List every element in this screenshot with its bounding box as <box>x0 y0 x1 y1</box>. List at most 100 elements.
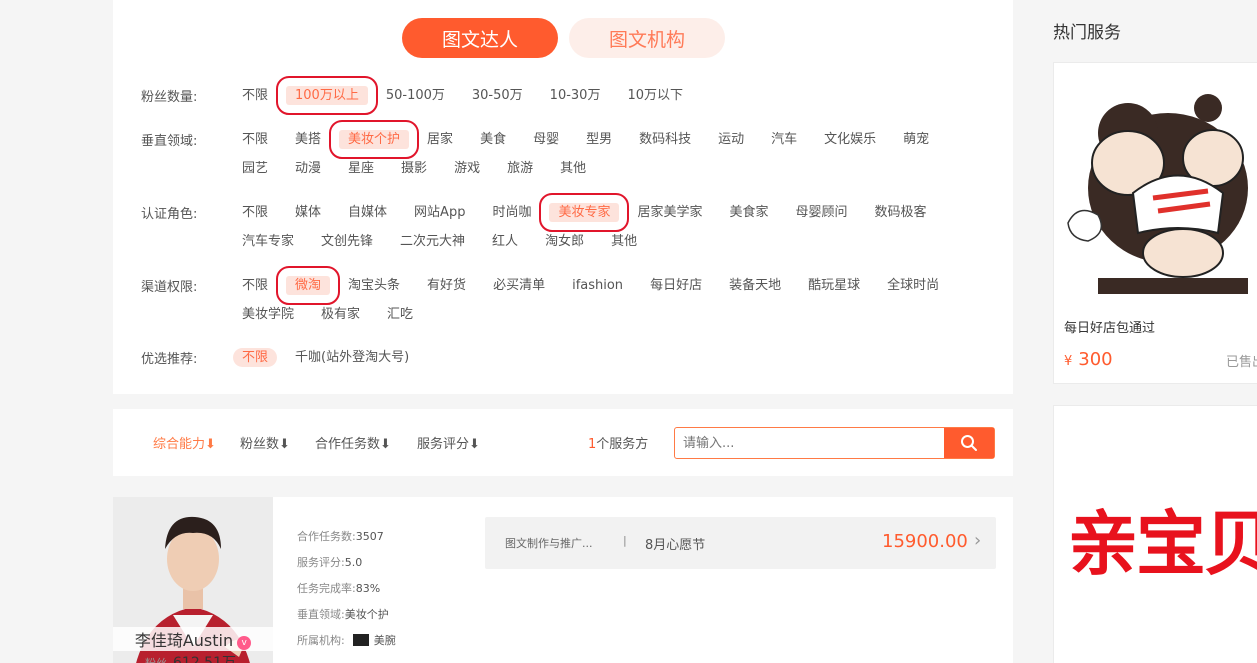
filter-option[interactable]: 萌宠 <box>894 130 938 149</box>
stat-label: 任务完成率: <box>297 582 356 595</box>
filter-option[interactable]: 有好货 <box>418 276 475 295</box>
hot-service-name[interactable]: 每日好店包通过 <box>1064 317 1155 336</box>
stat-label: 垂直领域: <box>297 608 345 621</box>
filter-option[interactable]: 不限 <box>233 203 277 222</box>
stat-rating: 服务评分:5.0 <box>297 554 362 570</box>
filter-option[interactable]: 每日好店 <box>641 276 711 295</box>
filter-option[interactable]: 游戏 <box>445 159 489 178</box>
stat-value[interactable]: 美腕 <box>374 634 396 647</box>
filter-option[interactable]: 型男 <box>577 130 621 149</box>
down-arrow-icon: ⬇ <box>380 437 391 452</box>
filter-option[interactable]: 其他 <box>602 232 646 251</box>
filter-option[interactable]: 红人 <box>483 232 527 251</box>
filter-option[interactable]: 数码极客 <box>866 203 936 222</box>
filter-option[interactable]: 美妆专家 <box>539 193 630 232</box>
cartoon-image <box>1067 94 1248 294</box>
service-item[interactable]: 图文制作与推广... | 8月心愿节 15900.00 › <box>485 517 996 569</box>
filter-option[interactable]: 运动 <box>709 130 753 149</box>
filter-option[interactable]: 星座 <box>339 159 383 178</box>
filter-option[interactable]: 极有家 <box>312 305 369 324</box>
filter-option[interactable]: 网站App <box>405 203 474 222</box>
sort-composite[interactable]: 综合能力⬇ <box>153 433 216 452</box>
filter-option[interactable]: 文化娱乐 <box>815 130 885 149</box>
filter-option[interactable]: 不限 <box>233 130 277 149</box>
filter-option[interactable]: 母婴 <box>524 130 568 149</box>
filter-option[interactable]: 美妆学院 <box>233 305 303 324</box>
filter-option[interactable]: 动漫 <box>286 159 330 178</box>
hot-services-title: 热门服务 <box>1053 23 1121 43</box>
filter-option[interactable]: 汽车专家 <box>233 232 303 251</box>
filter-option[interactable]: 微淘 <box>276 266 341 305</box>
filter-option[interactable]: 其他 <box>551 159 595 178</box>
result-count-label: 个服务方 <box>596 437 649 452</box>
filter-option[interactable]: 不限 <box>233 348 278 367</box>
stat-value: 5.0 <box>344 556 363 569</box>
filter-option[interactable]: 淘女郎 <box>536 232 593 251</box>
sort-fans[interactable]: 粉丝数⬇ <box>240 433 290 452</box>
person-name[interactable]: 李佳琦Austin <box>135 631 233 650</box>
filter-option[interactable]: 母婴顾问 <box>787 203 857 222</box>
service-name: 图文制作与推广... <box>505 537 593 550</box>
filter-options: 不限 美搭 美妆个护 居家 美食 母婴 型男 数码科技 运动 汽车 文化娱乐 萌宠园艺 动漫 星座 摄影 游戏… <box>233 120 993 178</box>
result-count: 1个服务方 <box>588 433 648 452</box>
filter-option[interactable]: 二次元大神 <box>391 232 474 251</box>
filter-option[interactable]: 旅游 <box>498 159 542 178</box>
avatar[interactable]: 李佳琦Austin v 粉丝 612.51万 <box>113 497 273 663</box>
filter-option[interactable]: 10-30万 <box>541 86 610 105</box>
stat-value: 美妆个护 <box>344 608 389 621</box>
filter-option[interactable]: 美妆个护 <box>329 120 420 159</box>
filter-option[interactable]: 美搭 <box>286 130 330 149</box>
stat-tasks: 合作任务数:3507 <box>297 528 384 544</box>
filter-option[interactable]: 千咖(站外登淘大号) <box>286 348 418 367</box>
stat-label: 合作任务数: <box>297 530 356 543</box>
filter-option[interactable]: 酷玩星球 <box>799 276 869 295</box>
filter-option[interactable]: 媒体 <box>286 203 330 222</box>
filter-option[interactable]: ifashion <box>563 276 632 295</box>
filter-option[interactable]: 淘宝头条 <box>339 276 409 295</box>
filter-option[interactable]: 10万以下 <box>618 86 692 105</box>
filter-option[interactable]: 园艺 <box>233 159 277 178</box>
sort-label: 综合能力 <box>153 437 206 452</box>
filter-option[interactable]: 美食 <box>471 130 515 149</box>
sort-label: 粉丝数 <box>240 437 280 452</box>
hot-service-price: ¥300 <box>1064 349 1113 370</box>
filter-option[interactable]: 30-50万 <box>463 86 532 105</box>
hot-service-card[interactable]: 每日好店包通过 ¥300 已售出 <box>1053 62 1257 384</box>
filter-option[interactable]: 文创先锋 <box>312 232 382 251</box>
search-button[interactable] <box>944 428 994 458</box>
filter-option[interactable]: 居家 <box>418 130 462 149</box>
filter-option[interactable]: 100万以上 <box>276 76 378 115</box>
filter-option[interactable]: 美食家 <box>721 203 778 222</box>
stat-label: 所属机构: <box>297 634 345 647</box>
filter-option[interactable]: 时尚咖 <box>483 203 540 222</box>
hot-service-card[interactable]: 亲宝贝 <box>1053 405 1257 663</box>
magnifier-icon <box>961 435 977 451</box>
search-input[interactable] <box>675 428 945 458</box>
filter-option[interactable]: 汽车 <box>762 130 806 149</box>
sort-label: 服务评分 <box>417 437 470 452</box>
filter-option[interactable]: 必买清单 <box>484 276 554 295</box>
filter-option[interactable]: 不限 <box>233 86 277 105</box>
filter-label: 渠道权限: <box>141 280 198 295</box>
hot-service-sold: 已售出 <box>1226 355 1257 370</box>
filter-option[interactable]: 全球时尚 <box>878 276 948 295</box>
tab-graphic-talent[interactable]: 图文达人 <box>402 18 558 58</box>
filter-option[interactable]: 自媒体 <box>339 203 396 222</box>
filter-option[interactable]: 汇吃 <box>378 305 422 324</box>
filter-option[interactable]: 装备天地 <box>720 276 790 295</box>
stat-label: 服务评分: <box>297 556 345 569</box>
filter-label: 认证角色: <box>141 207 198 222</box>
sort-rating[interactable]: 服务评分⬇ <box>417 433 480 452</box>
result-card[interactable]: 李佳琦Austin v 粉丝 612.51万 合作任务数:3507 服务评分:5.0… <box>113 497 1013 663</box>
promo-banner-text: 亲宝贝 <box>1068 503 1257 585</box>
sort-tasks[interactable]: 合作任务数⬇ <box>315 433 391 452</box>
filter-option[interactable]: 数码科技 <box>630 130 700 149</box>
filter-option[interactable]: 不限 <box>233 276 277 295</box>
filter-option[interactable]: 摄影 <box>392 159 436 178</box>
filter-label: 粉丝数量: <box>141 90 198 105</box>
filter-option[interactable]: 50-100万 <box>377 86 454 105</box>
filter-option[interactable]: 居家美学家 <box>628 203 711 222</box>
filter-label: 垂直领域: <box>141 134 198 149</box>
filter-options: 不限 千咖(站外登淘大号) <box>233 348 993 367</box>
tab-graphic-agency[interactable]: 图文机构 <box>569 18 725 58</box>
